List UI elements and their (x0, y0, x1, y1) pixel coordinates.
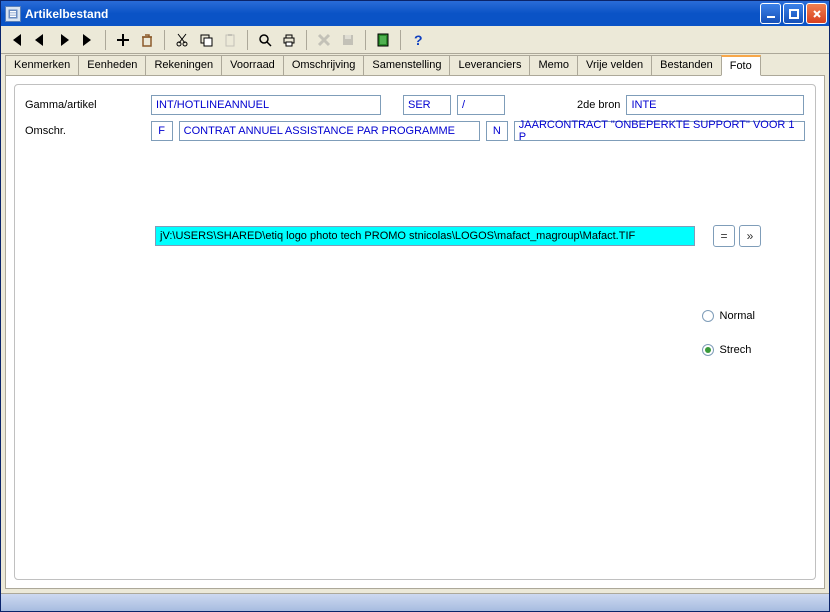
display-mode-radios: Normal Strech (702, 310, 755, 356)
tab-bestanden[interactable]: Bestanden (651, 55, 722, 76)
toolbar-separator (164, 30, 165, 50)
minimize-button[interactable] (760, 3, 781, 24)
copy-button[interactable] (195, 29, 217, 51)
tab-omschrijving[interactable]: Omschrijving (283, 55, 365, 76)
tab-foto[interactable]: Foto (721, 55, 761, 76)
content-area: Gamma/artikel INT/HOTLINEANNUEL SER / 2d… (1, 75, 829, 593)
app-icon (5, 6, 21, 22)
lang1-code-field[interactable]: F (151, 121, 173, 141)
tab-rekeningen[interactable]: Rekeningen (145, 55, 222, 76)
toolbar: ? (1, 26, 829, 54)
equals-button[interactable]: = (713, 225, 735, 247)
ser-field[interactable]: SER (403, 95, 451, 115)
toolbar-separator (105, 30, 106, 50)
paste-button[interactable] (219, 29, 241, 51)
radio-stretch[interactable] (702, 344, 714, 356)
lang2-code-field[interactable]: N (486, 121, 508, 141)
status-bar (1, 593, 829, 611)
cut-button[interactable] (171, 29, 193, 51)
delete-button[interactable] (136, 29, 158, 51)
radio-stretch-label: Strech (720, 344, 752, 356)
tab-samenstelling[interactable]: Samenstelling (363, 55, 450, 76)
tab-leveranciers[interactable]: Leveranciers (449, 55, 530, 76)
radio-normal-label: Normal (720, 310, 755, 322)
radio-normal-row[interactable]: Normal (702, 310, 755, 322)
svg-text:?: ? (414, 32, 423, 48)
app-window: Artikelbestand (0, 0, 830, 612)
window-title: Artikelbestand (25, 7, 760, 21)
gamma-field[interactable]: INT/HOTLINEANNUEL (151, 95, 381, 115)
radio-normal[interactable] (702, 310, 714, 322)
nav-first-button[interactable] (5, 29, 27, 51)
next-arrow-button[interactable]: » (739, 225, 761, 247)
help-button[interactable]: ? (407, 29, 429, 51)
tab-content: Gamma/artikel INT/HOTLINEANNUEL SER / 2d… (5, 75, 825, 589)
toolbar-separator (400, 30, 401, 50)
row-omschr: Omschr. F CONTRAT ANNUEL ASSISTANCE PAR … (25, 121, 805, 141)
nav-next-button[interactable] (53, 29, 75, 51)
tab-memo[interactable]: Memo (529, 55, 578, 76)
toolbar-separator (247, 30, 248, 50)
maximize-button[interactable] (783, 3, 804, 24)
gamma-label: Gamma/artikel (25, 99, 145, 111)
bron2-field[interactable]: INTE (626, 95, 804, 115)
titlebar: Artikelbestand (1, 1, 829, 26)
tab-vrije-velden[interactable]: Vrije velden (577, 55, 652, 76)
radio-stretch-row[interactable]: Strech (702, 344, 755, 356)
tab-eenheden[interactable]: Eenheden (78, 55, 146, 76)
photo-path-area: jV:\USERS\SHARED\etiq logo photo tech PR… (155, 225, 761, 247)
lang1-text-field[interactable]: CONTRAT ANNUEL ASSISTANCE PAR PROGRAMME (179, 121, 480, 141)
tab-voorraad[interactable]: Voorraad (221, 55, 284, 76)
tab-kenmerken[interactable]: Kenmerken (5, 55, 79, 76)
close-button[interactable] (806, 3, 827, 24)
nav-prev-button[interactable] (29, 29, 51, 51)
form-frame: Gamma/artikel INT/HOTLINEANNUEL SER / 2d… (14, 84, 816, 580)
toolbar-separator (306, 30, 307, 50)
slash-field[interactable]: / (457, 95, 505, 115)
exit-button[interactable] (372, 29, 394, 51)
photo-path-input[interactable]: jV:\USERS\SHARED\etiq logo photo tech PR… (155, 226, 695, 246)
window-controls (760, 3, 827, 24)
nav-last-button[interactable] (77, 29, 99, 51)
lang2-text-field[interactable]: JAARCONTRACT "ONBEPERKTE SUPPORT" VOOR 1… (514, 121, 805, 141)
save-button[interactable] (337, 29, 359, 51)
new-button[interactable] (112, 29, 134, 51)
row-gamma: Gamma/artikel INT/HOTLINEANNUEL SER / 2d… (25, 95, 805, 115)
cancel-button[interactable] (313, 29, 335, 51)
search-button[interactable] (254, 29, 276, 51)
omschr-label: Omschr. (25, 125, 145, 137)
print-button[interactable] (278, 29, 300, 51)
toolbar-separator (365, 30, 366, 50)
bron2-label: 2de bron (577, 99, 620, 111)
tab-bar: Kenmerken Eenheden Rekeningen Voorraad O… (1, 55, 829, 76)
